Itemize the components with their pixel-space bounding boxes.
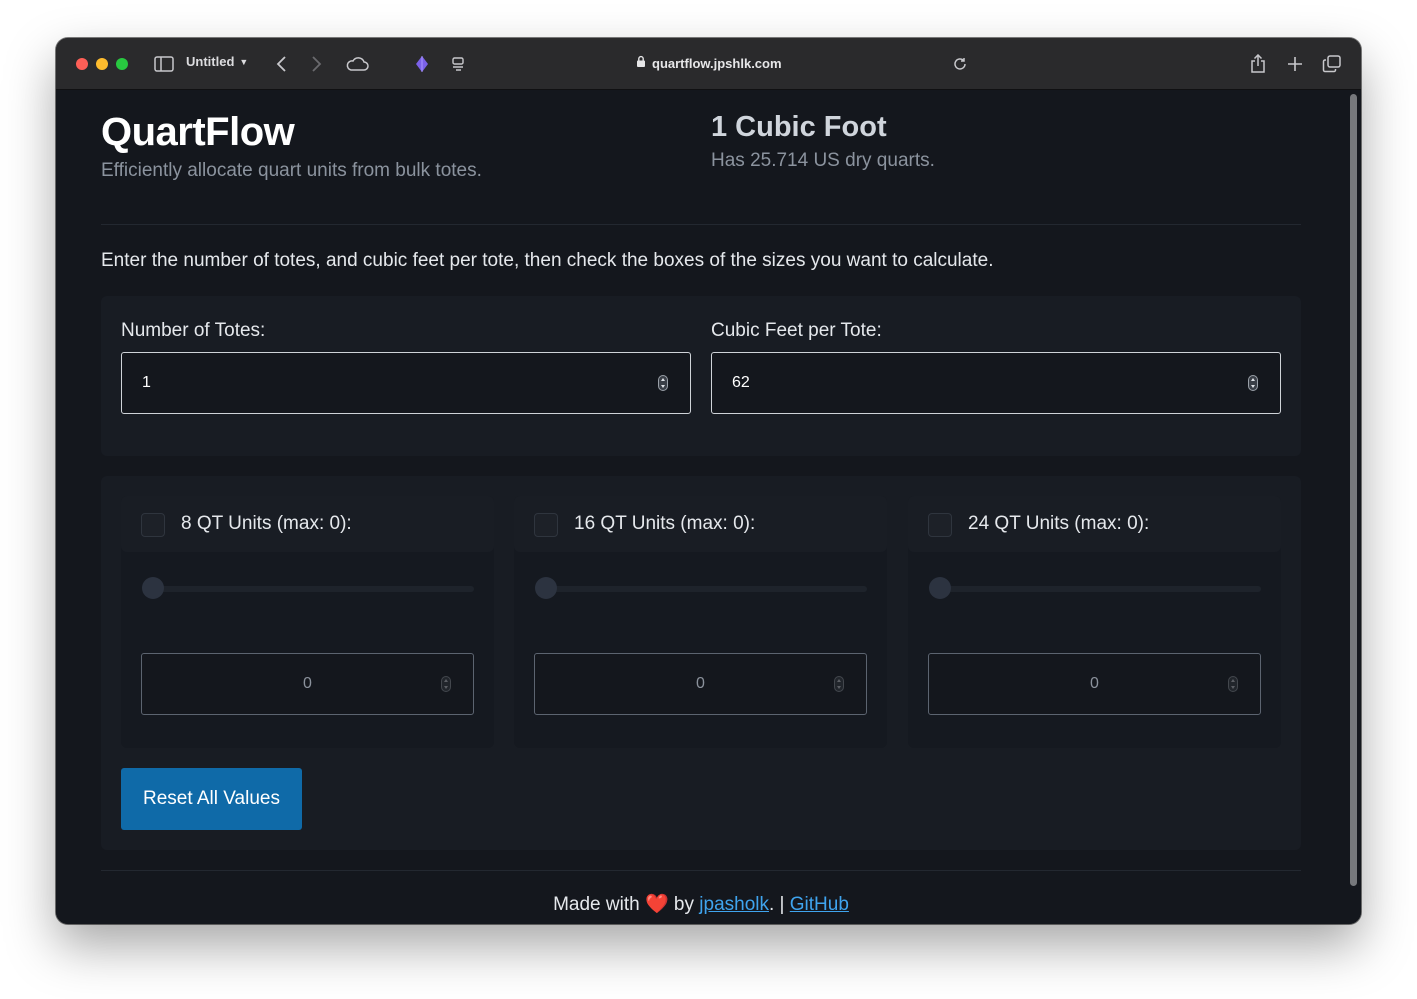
address-bar[interactable]: quartflow.jpshlk.com: [636, 55, 782, 71]
unit-slider-thumb[interactable]: [929, 577, 951, 599]
page-scrollbar[interactable]: [1346, 90, 1361, 924]
unit-slider-thumb[interactable]: [535, 577, 557, 599]
reader-icon[interactable]: [448, 52, 468, 76]
zoom-window-button[interactable]: [116, 58, 128, 70]
tab-overview-icon[interactable]: [1321, 52, 1343, 76]
stepper-icon[interactable]: [1228, 676, 1238, 692]
unit-label: 8 QT Units (max: 0):: [181, 513, 352, 534]
footer-separator: . |: [769, 894, 785, 915]
close-window-button[interactable]: [76, 58, 88, 70]
stepper-icon[interactable]: [1248, 375, 1258, 391]
cubic-feet-input[interactable]: 62: [711, 352, 1281, 414]
stepper-icon[interactable]: [658, 375, 668, 391]
unit-card-8qt: 8 QT Units (max: 0): 0: [121, 496, 494, 748]
unit-quantity-input-24qt[interactable]: 0: [928, 653, 1261, 715]
units-panel: 8 QT Units (max: 0): 0 16 QT Units (max:…: [101, 476, 1301, 850]
unit-quantity-input-16qt[interactable]: 0: [534, 653, 867, 715]
unit-slider-track[interactable]: [151, 586, 474, 592]
totes-input[interactable]: 1: [121, 352, 691, 414]
extension-icon[interactable]: [412, 52, 432, 76]
footer: Made with ❤️ by jpasholk. | GitHub: [56, 892, 1346, 916]
scrollbar-thumb[interactable]: [1350, 94, 1357, 886]
unit-slider-track[interactable]: [544, 586, 867, 592]
stepper-icon[interactable]: [441, 676, 451, 692]
unit-header: 8 QT Units (max: 0):: [121, 496, 494, 552]
tab-group-selector[interactable]: Untitled ▼: [186, 54, 248, 69]
instructions-text: Enter the number of totes, and cubic fee…: [101, 250, 994, 271]
sidebar-icon[interactable]: [152, 52, 176, 76]
unit-card-24qt: 24 QT Units (max: 0): 0: [908, 496, 1281, 748]
browser-window: Untitled ▼ quartflow.jpshlk.com QuartFlo…: [56, 38, 1361, 924]
url-text: quartflow.jpshlk.com: [652, 55, 782, 71]
conversion-title: 1 Cubic Foot: [711, 111, 887, 143]
reset-all-button[interactable]: Reset All Values: [121, 768, 302, 830]
heart-icon: ❤️: [644, 894, 669, 915]
unit-card-16qt: 16 QT Units (max: 0): 0: [514, 496, 887, 748]
footer-made-with: Made with: [553, 894, 640, 915]
page-content: QuartFlow Efficiently allocate quart uni…: [56, 90, 1346, 924]
chevron-down-icon: ▼: [239, 56, 249, 67]
stepper-icon[interactable]: [834, 676, 844, 692]
app-tagline: Efficiently allocate quart units from bu…: [101, 160, 482, 181]
browser-toolbar: Untitled ▼ quartflow.jpshlk.com: [56, 38, 1361, 90]
app-title: QuartFlow: [101, 110, 295, 154]
forward-icon[interactable]: [306, 52, 328, 76]
unit-quantity-value: 0: [303, 675, 312, 692]
unit-quantity-input-8qt[interactable]: 0: [141, 653, 474, 715]
footer-by: by: [673, 894, 694, 915]
unit-quantity-value: 0: [1090, 675, 1099, 692]
minimize-window-button[interactable]: [96, 58, 108, 70]
tote-inputs-panel: Number of Totes: 1 Cubic Feet per Tote: …: [101, 296, 1301, 456]
unit-label: 24 QT Units (max: 0):: [968, 513, 1150, 534]
unit-label: 16 QT Units (max: 0):: [574, 513, 756, 534]
divider: [101, 224, 1301, 225]
unit-checkbox-16qt[interactable]: [534, 513, 558, 537]
cloud-icon[interactable]: [344, 52, 370, 76]
unit-slider-thumb[interactable]: [142, 577, 164, 599]
unit-checkbox-24qt[interactable]: [928, 513, 952, 537]
cubic-feet-value: 62: [732, 374, 750, 391]
conversion-text: Has 25.714 US dry quarts.: [711, 150, 935, 171]
reload-icon[interactable]: [949, 52, 971, 76]
totes-value: 1: [142, 374, 151, 391]
share-icon[interactable]: [1247, 52, 1269, 76]
divider: [101, 870, 1301, 871]
github-link[interactable]: GitHub: [790, 894, 849, 915]
unit-slider-track[interactable]: [938, 586, 1261, 592]
lock-icon: [636, 55, 646, 71]
totes-label: Number of Totes:: [121, 320, 266, 341]
unit-header: 24 QT Units (max: 0):: [908, 496, 1281, 552]
new-tab-icon[interactable]: [1284, 52, 1306, 76]
unit-header: 16 QT Units (max: 0):: [514, 496, 887, 552]
back-icon[interactable]: [270, 52, 292, 76]
author-link[interactable]: jpasholk: [699, 894, 769, 915]
tab-title: Untitled: [186, 54, 235, 69]
cubic-feet-label: Cubic Feet per Tote:: [711, 320, 882, 341]
unit-quantity-value: 0: [696, 675, 705, 692]
unit-checkbox-8qt[interactable]: [141, 513, 165, 537]
